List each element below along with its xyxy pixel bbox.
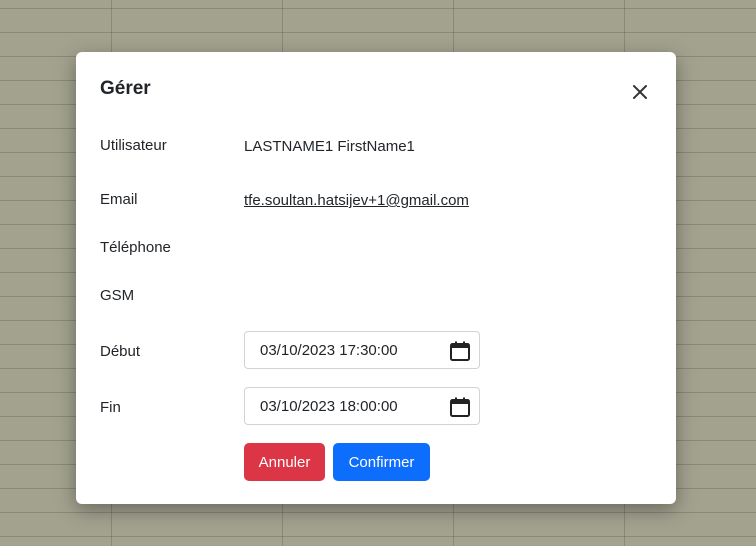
user-label: Utilisateur (100, 137, 167, 154)
phone-label: Téléphone (100, 239, 171, 256)
calendar-icon[interactable] (449, 396, 471, 418)
end-datetime-input[interactable]: 03/10/2023 18:00:00 (244, 387, 480, 425)
manage-dialog: Gérer Utilisateur LASTNAME1 FirstName1 E… (76, 52, 676, 504)
start-datetime-value: 03/10/2023 17:30:00 (260, 342, 398, 359)
start-label: Début (100, 343, 141, 360)
confirm-button[interactable]: Confirmer (333, 443, 430, 481)
user-value: LASTNAME1 FirstName1 (244, 138, 415, 155)
end-label: Fin (100, 399, 121, 416)
email-link[interactable]: tfe.soultan.hatsijev+1@gmail.com (244, 192, 469, 209)
calendar-icon[interactable] (449, 340, 471, 362)
start-datetime-input[interactable]: 03/10/2023 17:30:00 (244, 331, 480, 369)
email-label: Email (100, 191, 138, 208)
close-button[interactable] (626, 78, 654, 106)
dialog-title: Gérer (100, 78, 151, 99)
gsm-label: GSM (100, 287, 135, 304)
end-datetime-value: 03/10/2023 18:00:00 (260, 398, 398, 415)
cancel-button[interactable]: Annuler (244, 443, 325, 481)
close-icon (633, 85, 647, 99)
